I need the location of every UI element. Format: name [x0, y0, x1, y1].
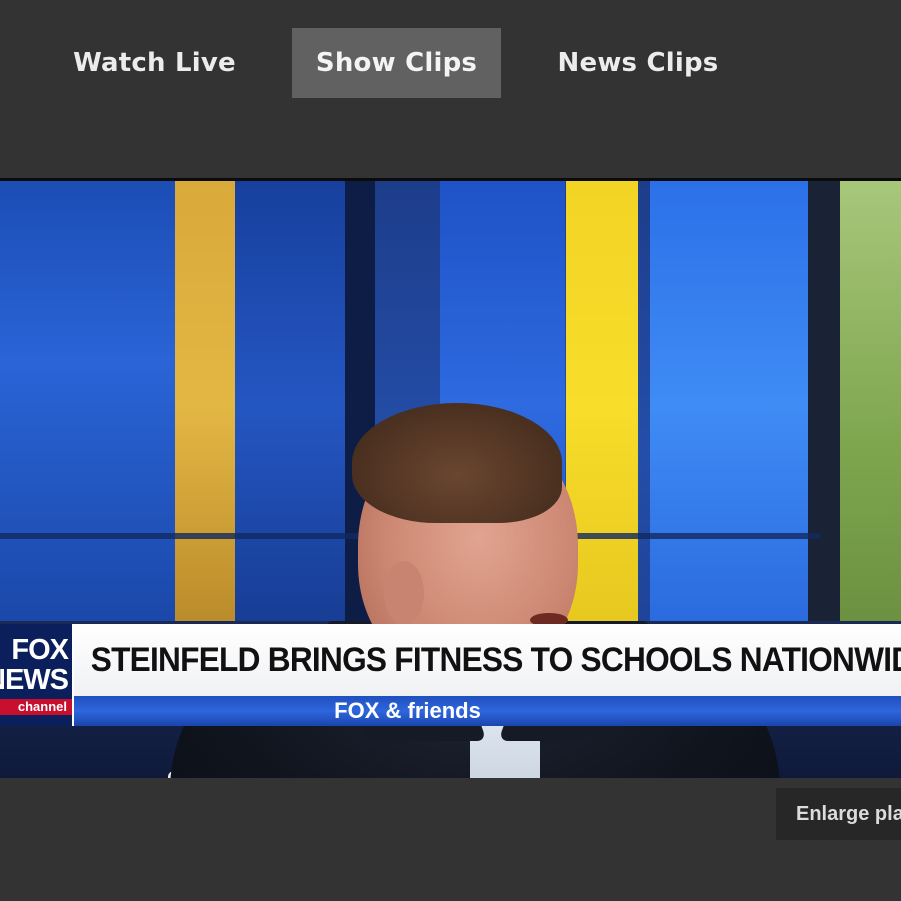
video-frame[interactable]: FOX NEWS channel STEINFELD BRINGS FITNES…: [0, 181, 901, 778]
tab-watch-live[interactable]: Watch Live: [52, 28, 257, 98]
logo-line: FOX: [11, 634, 69, 666]
enlarge-player-button[interactable]: Enlarge pla: [776, 788, 901, 840]
tab-show-clips[interactable]: Show Clips: [292, 28, 501, 98]
show-logo: FOX & friends: [334, 698, 481, 723]
video-player[interactable]: FOX NEWS channel STEINFELD BRINGS FITNES…: [0, 178, 901, 778]
headline-bar: STEINFELD BRINGS FITNESS TO SCHOOLS NATI…: [74, 624, 901, 696]
logo-line: NEWS: [0, 664, 69, 696]
fox-news-logo: FOX NEWS channel: [0, 624, 74, 726]
navigation-tabs: Watch Live Show Clips News Clips: [0, 0, 901, 180]
logo-line: channel: [0, 699, 72, 715]
headline-text: STEINFELD BRINGS FITNESS TO SCHOOLS NATI…: [90, 640, 901, 679]
show-bar: FOX & friends: [74, 696, 901, 726]
ear: [384, 561, 424, 625]
hair: [352, 403, 562, 523]
tab-news-clips[interactable]: News Clips: [537, 28, 739, 98]
lower-third: FOX NEWS channel STEINFELD BRINGS FITNES…: [0, 624, 901, 726]
